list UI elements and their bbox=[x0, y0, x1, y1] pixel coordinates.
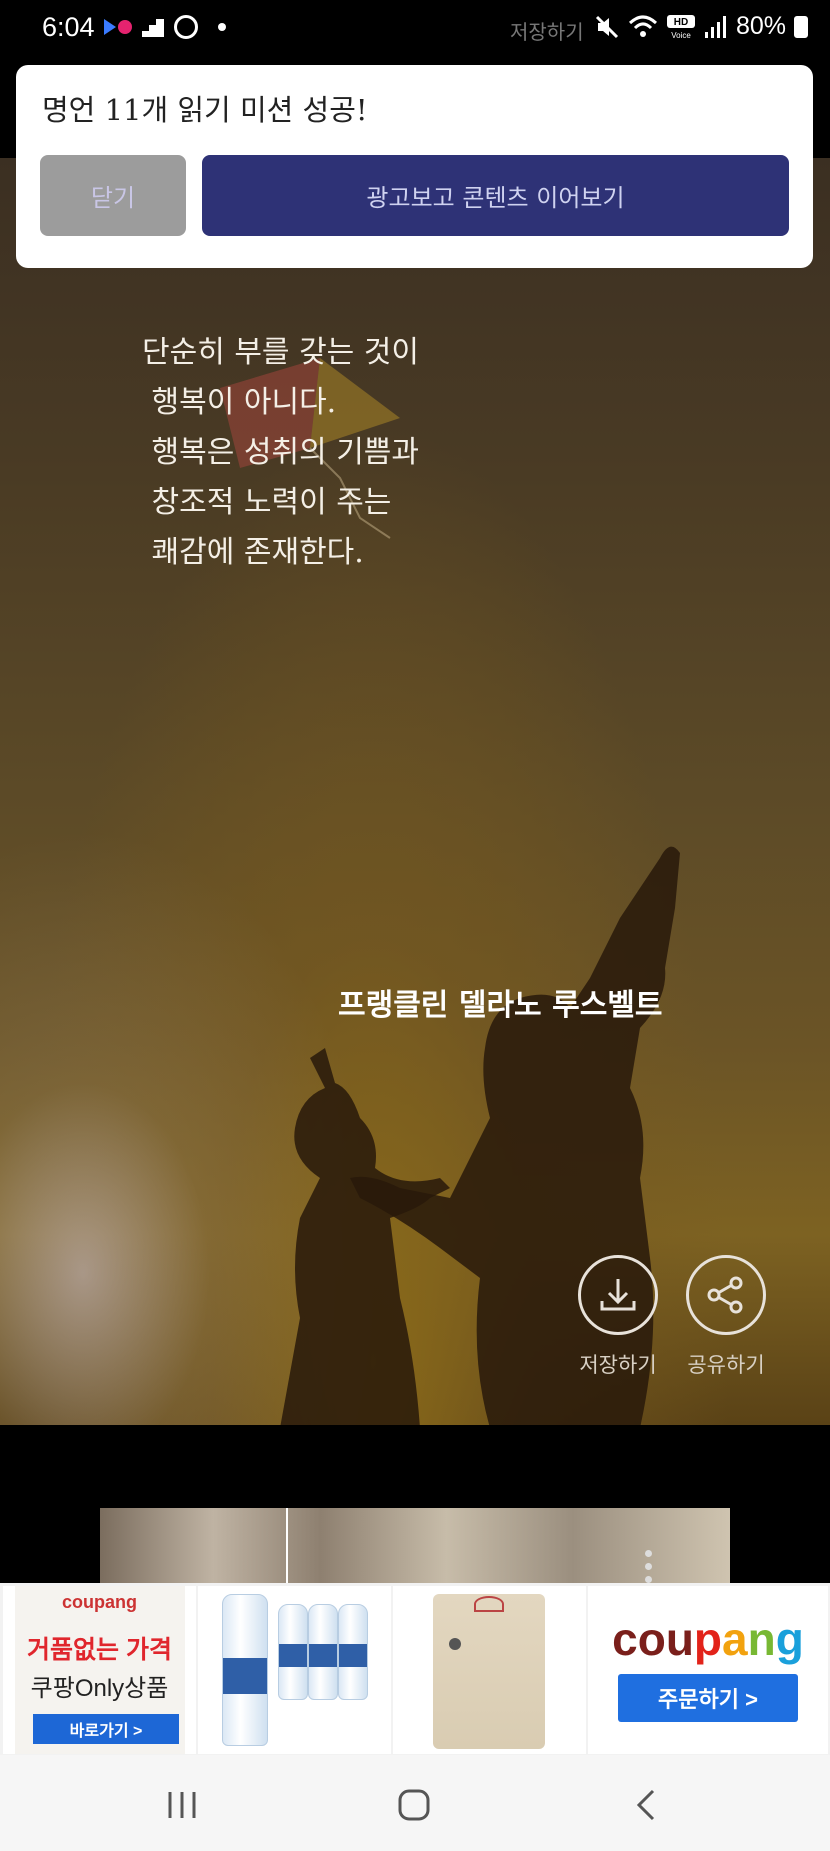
download-icon bbox=[578, 1255, 658, 1335]
ad-subline: 쿠팡Only상품 bbox=[30, 1675, 169, 1702]
watch-ad-continue-button[interactable]: 광고보고 콘텐츠 이어보기 bbox=[202, 155, 789, 236]
thumb-divider bbox=[286, 1508, 288, 1583]
navigation-bar bbox=[0, 1755, 830, 1851]
ad-tile-rice[interactable] bbox=[393, 1586, 586, 1754]
status-time: 6:04 bbox=[42, 12, 95, 42]
quote-line: 행복이 아니다. bbox=[142, 385, 337, 420]
mute-icon bbox=[595, 15, 619, 38]
water-bottle-image bbox=[308, 1604, 338, 1700]
stairs-icon bbox=[142, 19, 164, 37]
quote-text: 단순히 부를 갖는 것이 행복이 아니다. 행복은 성취의 기쁨과 창조적 노력… bbox=[142, 328, 419, 578]
coupang-small-logo: coupang bbox=[62, 1592, 137, 1612]
wifi-icon bbox=[628, 15, 657, 37]
dot-icon bbox=[218, 23, 226, 31]
mission-popup: 명언 11개 읽기 미션 성공! 닫기 광고보고 콘텐츠 이어보기 bbox=[16, 65, 813, 268]
water-bottle-image bbox=[222, 1594, 268, 1746]
next-quote-card[interactable] bbox=[100, 1508, 730, 1583]
quote-author: 프랭클린 델라노 루스벨트 bbox=[338, 988, 663, 1023]
coupang-logo: coupang bbox=[612, 1613, 804, 1665]
back-icon[interactable] bbox=[616, 1785, 676, 1825]
media-icon bbox=[104, 19, 132, 35]
order-button[interactable]: 주문하기 > bbox=[618, 1674, 798, 1722]
gauge-icon bbox=[174, 15, 198, 39]
hd-voice-icon: HD Voice bbox=[666, 14, 695, 40]
ad-tile-coupang-only[interactable]: coupang 거품없는 가격 쿠팡Only상품 바로가기 > bbox=[3, 1586, 196, 1754]
battery-text: 80% bbox=[735, 12, 786, 40]
save-label: 저장하기 bbox=[579, 1353, 657, 1377]
rice-bag-image bbox=[433, 1594, 545, 1749]
share-button[interactable]: 공유하기 bbox=[676, 1255, 776, 1379]
home-icon[interactable] bbox=[384, 1785, 444, 1825]
svg-text:Voice: Voice bbox=[671, 31, 691, 40]
save-button[interactable]: 저장하기 bbox=[568, 1255, 668, 1379]
ad-banner[interactable]: coupang 거품없는 가격 쿠팡Only상품 바로가기 > coupang … bbox=[0, 1583, 830, 1755]
svg-text:HD: HD bbox=[674, 17, 688, 28]
quote-line: 쾌감에 존재한다. bbox=[142, 535, 364, 570]
battery-icon bbox=[794, 15, 808, 38]
quote-line: 행복은 성취의 기쁨과 bbox=[142, 435, 420, 470]
water-bottle-image bbox=[278, 1604, 308, 1700]
go-button[interactable]: 바로가기 > bbox=[33, 1714, 179, 1744]
share-label: 공유하기 bbox=[687, 1353, 765, 1377]
status-ghost-text: 저장하기 bbox=[510, 20, 584, 44]
ad-headline: 거품없는 가격 bbox=[27, 1636, 172, 1664]
ad-tile-coupang-order[interactable]: coupang 주문하기 > bbox=[588, 1586, 828, 1754]
ad-tile-water[interactable] bbox=[198, 1586, 391, 1754]
water-bottle-image bbox=[338, 1604, 368, 1700]
popup-message: 명언 11개 읽기 미션 성공! bbox=[42, 93, 368, 127]
status-bar: 6:04 저장하기 HD Voice 80% bbox=[0, 0, 830, 58]
status-right-icons: HD Voice 80% bbox=[594, 12, 808, 41]
quote-card: 단순히 부를 갖는 것이 행복이 아니다. 행복은 성취의 기쁨과 창조적 노력… bbox=[0, 158, 830, 1425]
share-icon bbox=[686, 1255, 766, 1335]
quote-line: 단순히 부를 갖는 것이 bbox=[142, 335, 420, 370]
signal-icon bbox=[704, 15, 726, 38]
status-left-icons bbox=[104, 15, 226, 39]
quote-line: 창조적 노력이 주는 bbox=[142, 485, 392, 520]
recent-apps-icon[interactable] bbox=[152, 1785, 212, 1825]
close-button[interactable]: 닫기 bbox=[40, 155, 186, 236]
